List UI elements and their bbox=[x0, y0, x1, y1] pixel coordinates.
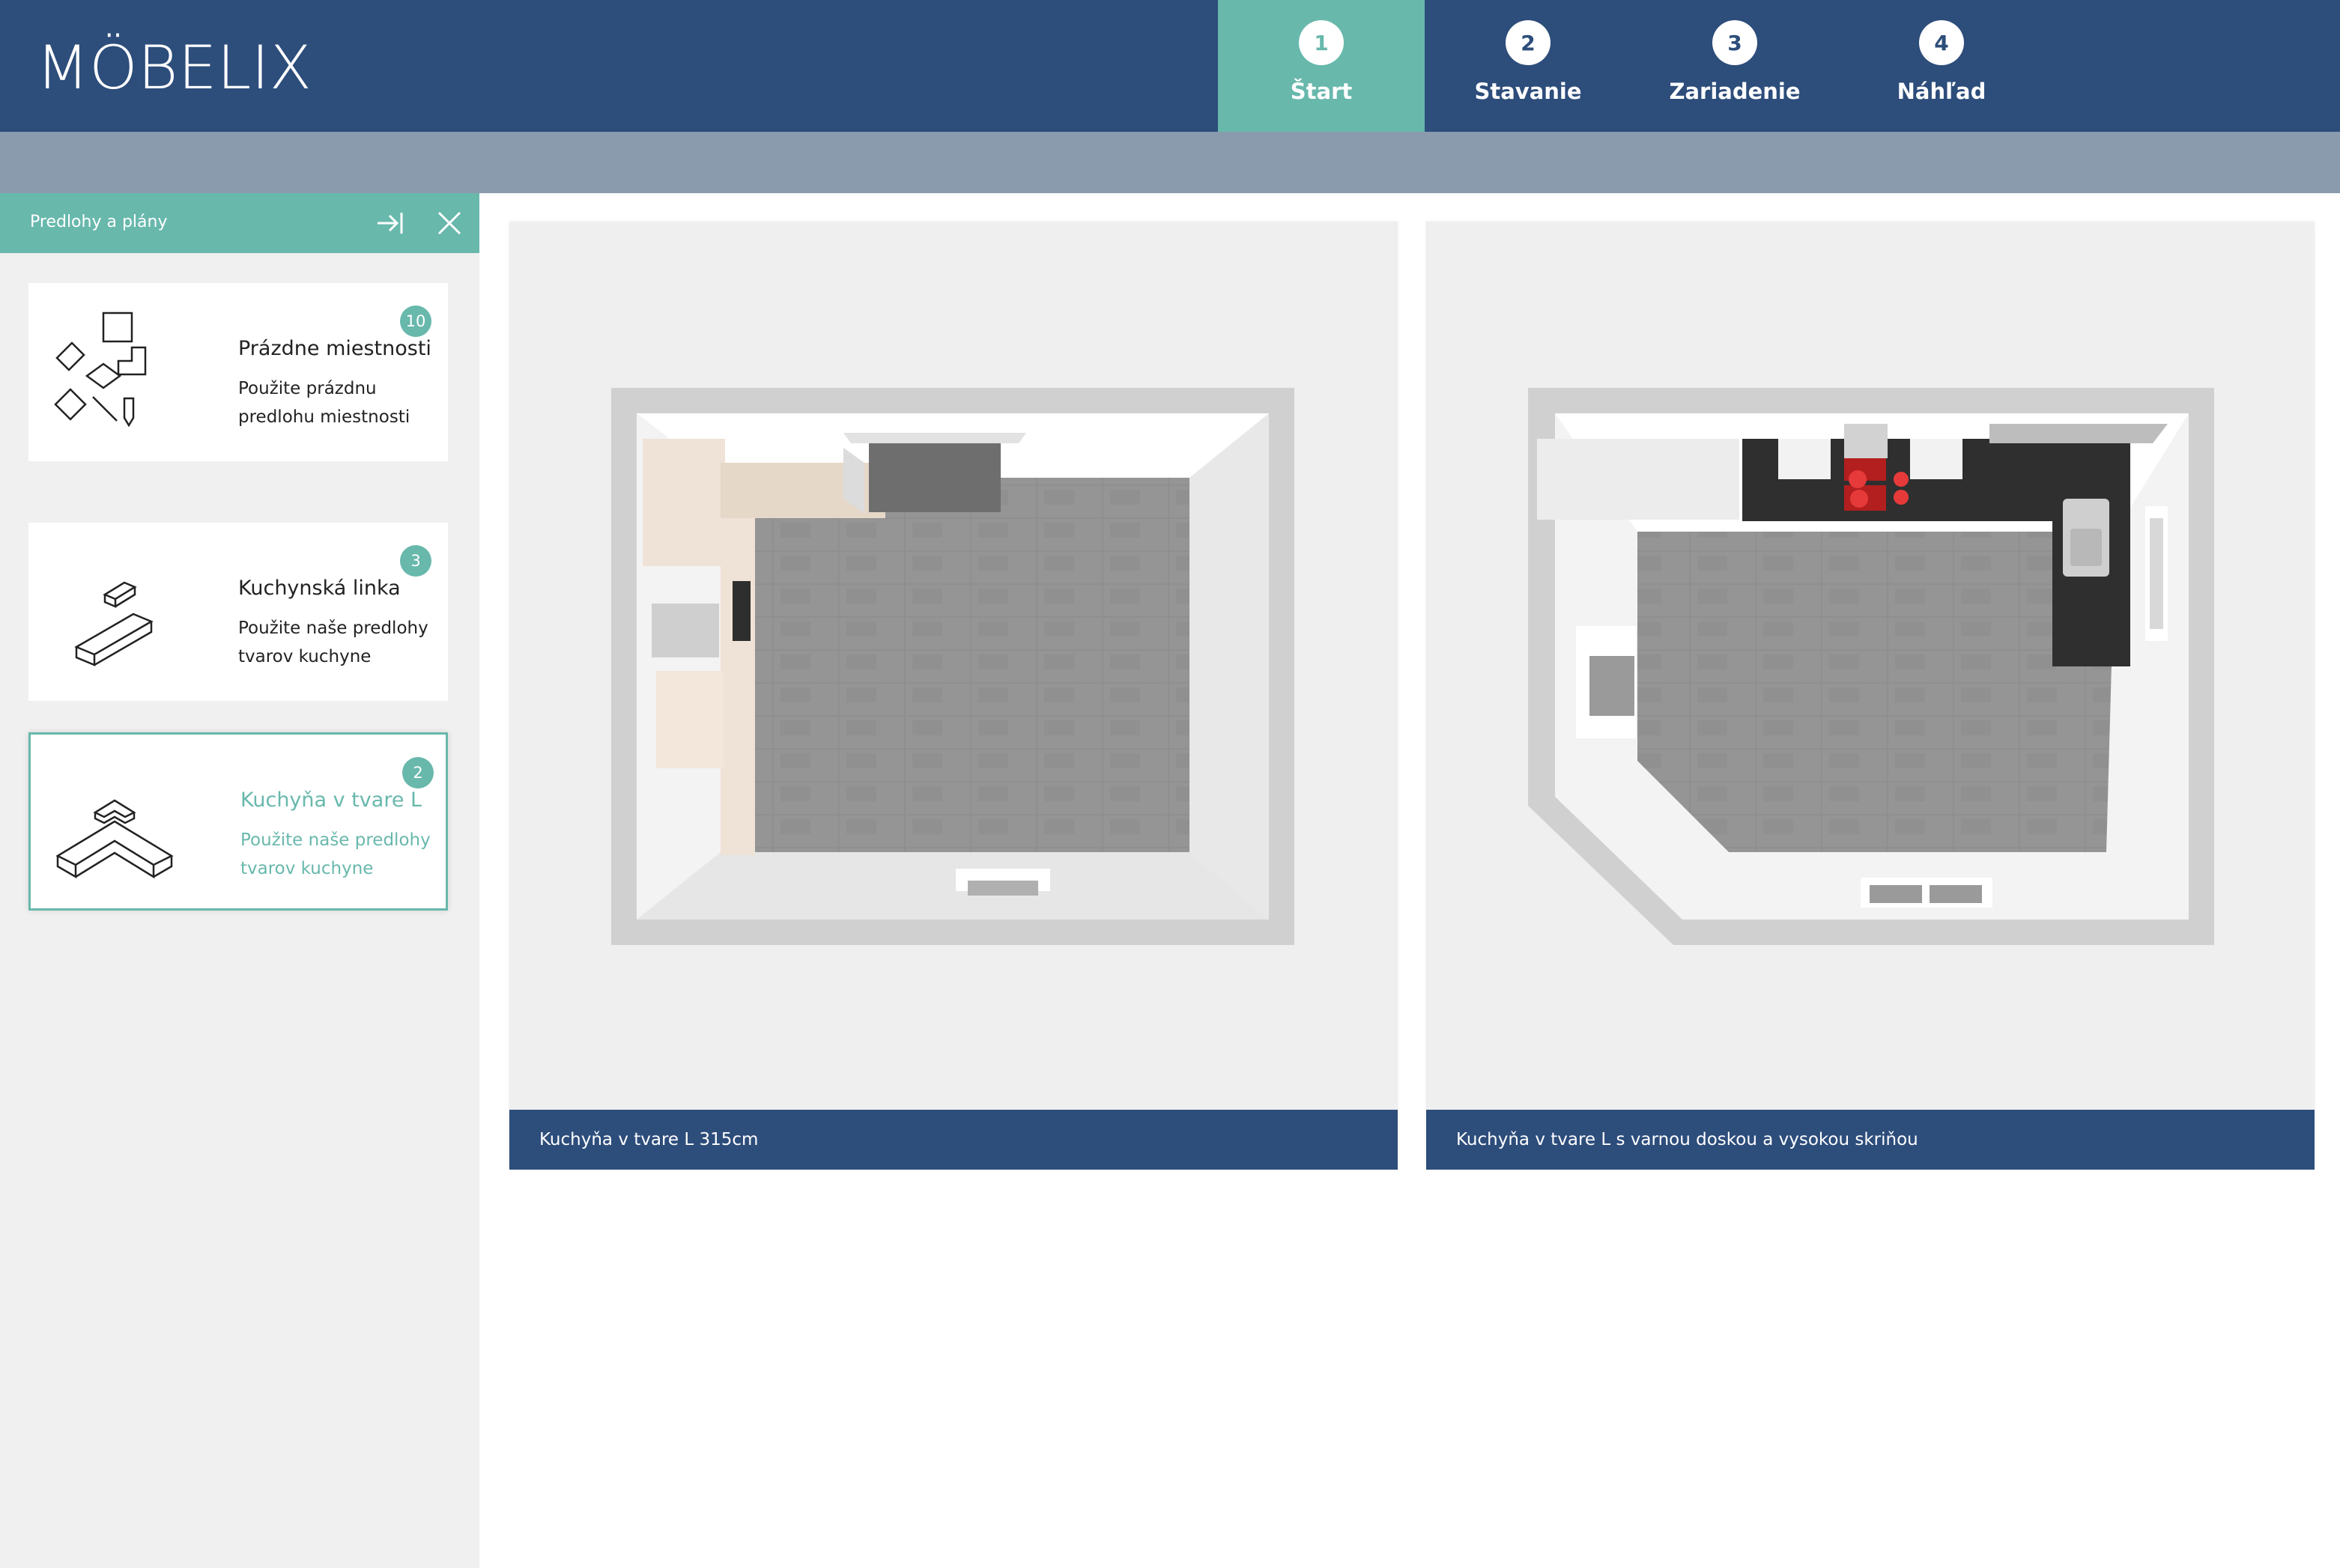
plan-caption: Kuchyňa v tvare L 315cm bbox=[509, 1110, 1398, 1170]
step-furnish[interactable]: 3 Zariadenie bbox=[1631, 0, 1838, 132]
card-title: Kuchyňa v tvare L bbox=[240, 788, 422, 812]
count-badge: 2 bbox=[402, 757, 434, 788]
step-label: Zariadenie bbox=[1669, 79, 1801, 104]
panel-title: Predlohy a plány bbox=[30, 213, 168, 231]
templates-panel: Predlohy a plány Prázdne miestnosti Použ… bbox=[0, 193, 479, 1568]
mobelix-logo[interactable]: MÖBELIX bbox=[36, 30, 315, 97]
step-number: 2 bbox=[1506, 20, 1551, 65]
step-number: 3 bbox=[1712, 20, 1757, 65]
plan-card[interactable]: Kuchyňa v tvare L 315cm bbox=[509, 222, 1398, 1170]
card-description: Použite prázdnu predlohu miestnosti bbox=[238, 379, 410, 427]
top-bar: MÖBELIX 1 Štart 2 Stavanie 3 Zariadenie … bbox=[0, 0, 2340, 132]
step-number: 4 bbox=[1919, 20, 1964, 65]
room-shapes-icon bbox=[54, 312, 147, 428]
step-start[interactable]: 1 Štart bbox=[1218, 0, 1425, 132]
plan-caption: Kuchyňa v tvare L s varnou doskou a vyso… bbox=[1426, 1110, 2315, 1170]
close-icon[interactable] bbox=[434, 208, 464, 238]
plans-area: Kuchyňa v tvare L 315cm Kuchyňa v tvare … bbox=[479, 193, 2340, 1568]
count-badge: 10 bbox=[400, 306, 431, 337]
floor-plan-image bbox=[1426, 222, 2315, 1110]
step-label: Štart bbox=[1290, 79, 1353, 104]
l-kitchen-icon bbox=[55, 799, 174, 879]
plan-card[interactable]: Kuchyňa v tvare L s varnou doskou a vyso… bbox=[1426, 222, 2315, 1170]
card-description: Použite naše predlohy tvarov kuchyne bbox=[240, 830, 431, 878]
wizard-steps: 1 Štart 2 Stavanie 3 Zariadenie 4 Náhľad bbox=[1218, 0, 2045, 132]
step-label: Náhľad bbox=[1897, 79, 1986, 104]
step-number: 1 bbox=[1299, 20, 1344, 65]
panel-header: Predlohy a plány bbox=[0, 193, 479, 253]
card-kitchen-line[interactable]: Kuchynská linka Použite naše predlohy tv… bbox=[28, 523, 448, 701]
step-label: Stavanie bbox=[1474, 79, 1582, 104]
card-empty-rooms[interactable]: Prázdne miestnosti Použite prázdnu predl… bbox=[28, 283, 448, 461]
step-preview[interactable]: 4 Náhľad bbox=[1838, 0, 2045, 132]
kitchen-line-icon bbox=[74, 581, 154, 666]
floor-plan-image bbox=[509, 222, 1398, 1110]
svg-text:MÖBELIX: MÖBELIX bbox=[36, 33, 312, 97]
count-badge: 3 bbox=[400, 545, 431, 577]
card-title: Kuchynská linka bbox=[238, 577, 401, 600]
collapse-right-icon[interactable] bbox=[375, 208, 404, 238]
card-title: Prázdne miestnosti bbox=[238, 337, 431, 360]
step-build[interactable]: 2 Stavanie bbox=[1425, 0, 1631, 132]
card-description: Použite naše predlohy tvarov kuchyne bbox=[238, 619, 428, 666]
toolbar-strip bbox=[0, 132, 2340, 193]
card-l-kitchen[interactable]: Kuchyňa v tvare L Použite naše predlohy … bbox=[28, 732, 448, 911]
